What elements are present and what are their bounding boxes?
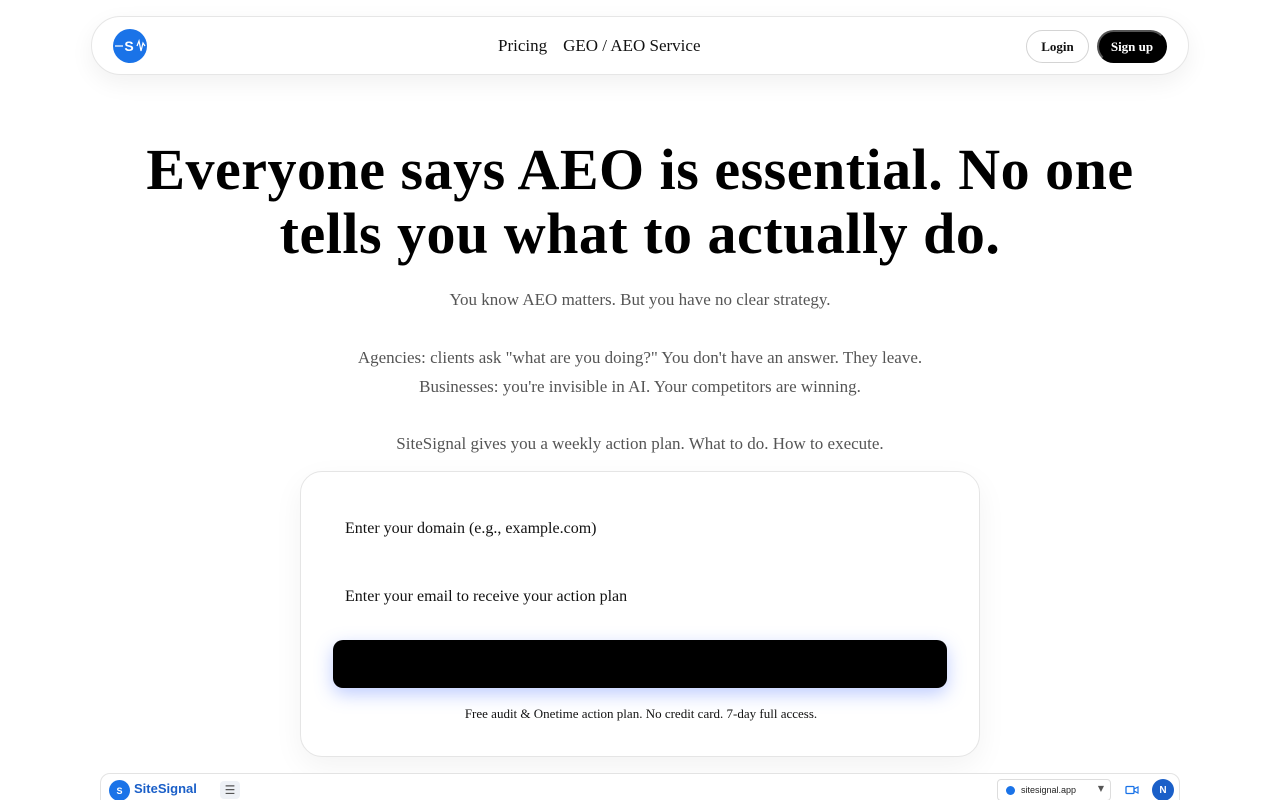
signup-form-card: Free audit & Onetime action plan. No cre…: [300, 471, 980, 757]
hero-title: Everyone says AEO is essential. No one t…: [110, 138, 1170, 266]
email-input[interactable]: [345, 582, 935, 612]
value-proposition: SiteSignal gives you a weekly action pla…: [396, 434, 884, 453]
site-selector-dropdown[interactable]: sitesignal.app ▼: [997, 779, 1111, 800]
hamburger-menu-icon[interactable]: ☰: [220, 781, 240, 799]
login-button[interactable]: Login: [1026, 30, 1089, 63]
landing-page: S Pricing GEO / AEO Service Login Sign u…: [0, 0, 1280, 800]
signup-button[interactable]: Sign up: [1097, 30, 1167, 63]
hero-title-line-1: Everyone says AEO is essential. No one: [146, 137, 1134, 202]
user-avatar[interactable]: N: [1152, 779, 1174, 800]
sitesignal-logo[interactable]: S: [113, 29, 147, 63]
nav-links: Pricing GEO / AEO Service: [498, 17, 701, 74]
domain-input[interactable]: [345, 514, 935, 544]
site-selector-label: sitesignal.app: [1021, 785, 1077, 795]
preview-logo-icon: S: [109, 780, 130, 800]
submit-button[interactable]: [333, 640, 947, 688]
agencies-statement: Agencies: clients ask "what are you doin…: [357, 348, 923, 367]
app-preview-strip: S SiteSignal ☰ sitesignal.app ▼ N: [100, 773, 1180, 800]
businesses-statement: Businesses: you're invisible in AI. Your…: [419, 377, 861, 396]
caret-down-icon: ▼: [1097, 784, 1104, 793]
nav-link-pricing[interactable]: Pricing: [498, 36, 547, 56]
logo-letter: S: [124, 38, 134, 54]
video-camera-icon[interactable]: [1125, 783, 1139, 797]
hero-title-line-2: tells you what to actually do.: [279, 201, 1001, 266]
form-disclaimer: Free audit & Onetime action plan. No cre…: [464, 706, 818, 721]
preview-brand-name: SiteSignal: [134, 781, 197, 796]
hero-subtitle: You know AEO matters. But you have no cl…: [449, 290, 831, 309]
nav-link-geo-aeo-service[interactable]: GEO / AEO Service: [563, 36, 700, 56]
site-favicon-icon: [1006, 785, 1015, 795]
top-navbar: S Pricing GEO / AEO Service Login Sign u…: [91, 16, 1189, 75]
